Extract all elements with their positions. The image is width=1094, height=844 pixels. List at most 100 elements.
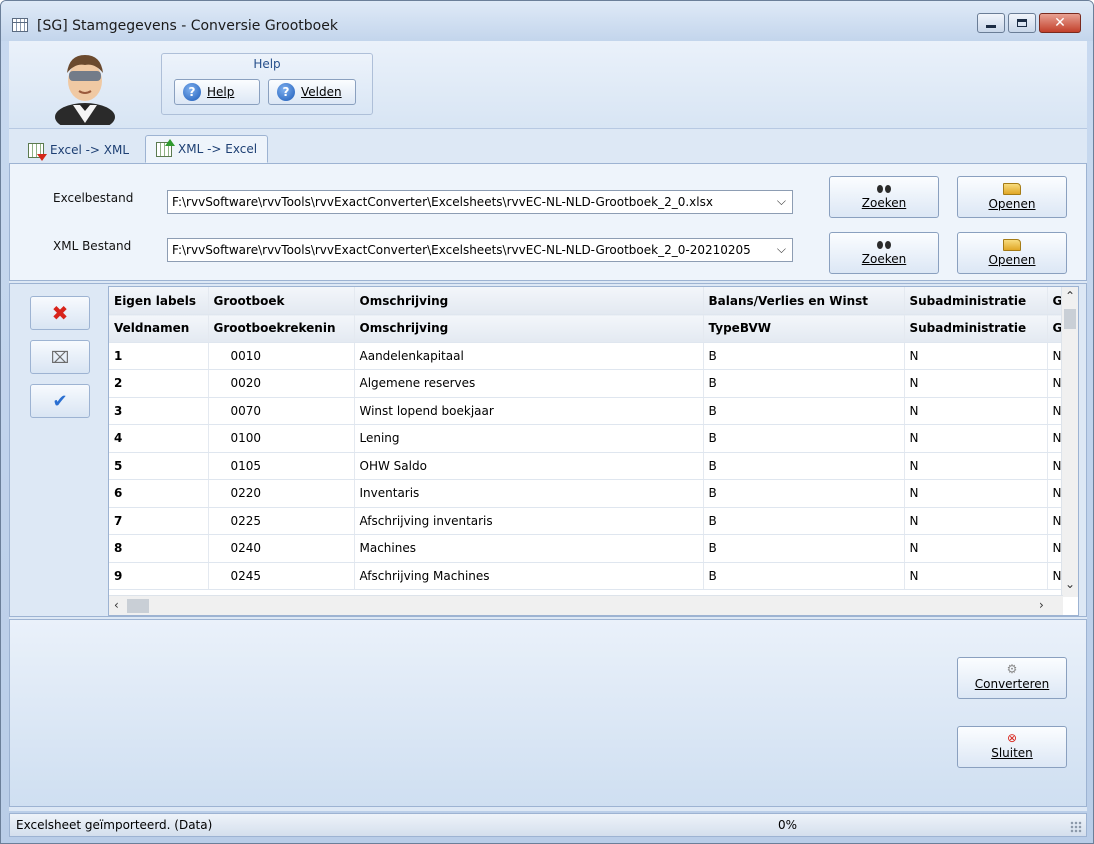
table-cell[interactable]: 0220 xyxy=(208,479,355,508)
excel-file-combo[interactable]: F:\rvvSoftware\rvvTools\rvvExactConverte… xyxy=(167,190,793,214)
table-cell[interactable]: B xyxy=(703,424,905,453)
table-cell[interactable]: Algemene reserves xyxy=(354,369,704,398)
table-cell[interactable]: B xyxy=(703,534,905,563)
table-cell[interactable]: N xyxy=(904,507,1048,535)
table-cell[interactable]: 7 xyxy=(109,507,209,535)
horizontal-scroll-thumb[interactable] xyxy=(127,599,149,613)
excel-openen-button[interactable]: Openen xyxy=(957,176,1067,218)
table-row[interactable]: 7 0225 Afschrijving inventaris B N N xyxy=(109,507,1070,535)
resize-grip-icon[interactable] xyxy=(1070,821,1082,833)
tab-excel-to-xml[interactable]: Excel -> XML xyxy=(17,137,140,163)
table-cell[interactable]: 6 xyxy=(109,479,209,508)
column-header: Grootboek xyxy=(208,287,355,315)
progress-percent: 0% xyxy=(778,818,798,832)
horizontal-scrollbar[interactable]: ‹ › xyxy=(109,595,1063,615)
table-cell[interactable]: 0070 xyxy=(208,397,355,425)
openen-label: Openen xyxy=(988,197,1036,211)
table-cell[interactable]: 3 xyxy=(109,397,209,425)
vertical-scrollbar[interactable]: ⌃ ⌄ xyxy=(1061,287,1078,597)
table-cell[interactable]: N xyxy=(904,342,1048,370)
minimize-button[interactable] xyxy=(977,13,1005,33)
confirm-button[interactable]: ✔ xyxy=(30,384,90,418)
table-cell[interactable]: 2 xyxy=(109,369,209,398)
table-cell[interactable]: N xyxy=(904,424,1048,453)
table-cell[interactable]: Lening xyxy=(354,424,704,453)
column-header: Subadministratie xyxy=(904,314,1048,343)
table-cell[interactable]: B xyxy=(703,479,905,508)
table-cell[interactable]: 4 xyxy=(109,424,209,453)
table-row[interactable]: 4 0100 Lening B N N xyxy=(109,424,1070,453)
xml-zoeken-button[interactable]: Zoeken xyxy=(829,232,939,274)
table-row[interactable]: 1 0010 Aandelenkapitaal B N N xyxy=(109,342,1070,370)
scroll-down-icon[interactable]: ⌄ xyxy=(1065,577,1075,591)
table-cell[interactable]: B xyxy=(703,342,905,370)
help-button[interactable]: ? Help xyxy=(174,79,260,105)
table-cell[interactable]: 1 xyxy=(109,342,209,370)
chevron-down-icon[interactable]: ⌵ xyxy=(777,194,786,209)
table-cell[interactable]: Winst lopend boekjaar xyxy=(354,397,704,425)
openen-label: Openen xyxy=(988,253,1036,267)
velden-button[interactable]: ? Velden xyxy=(268,79,356,105)
scroll-left-icon[interactable]: ‹ xyxy=(114,598,119,612)
table-cell[interactable]: 0240 xyxy=(208,534,355,563)
table-row[interactable]: 6 0220 Inventaris B N N xyxy=(109,479,1070,508)
table-cell[interactable]: B xyxy=(703,562,905,590)
table-cell[interactable]: B xyxy=(703,452,905,480)
table-cell[interactable]: 9 xyxy=(109,562,209,590)
table-cell[interactable]: OHW Saldo xyxy=(354,452,704,480)
zoeken-label: Zoeken xyxy=(861,196,907,210)
table-cell[interactable]: N xyxy=(904,534,1048,563)
title-bar[interactable]: [SG] Stamgegevens - Conversie Grootboek … xyxy=(1,1,1093,41)
data-grid[interactable]: Eigen labels Grootboek Omschrijving Balans/… xyxy=(108,286,1079,616)
table-cell[interactable]: 0010 xyxy=(208,342,355,370)
table-cell[interactable]: Aandelenkapitaal xyxy=(354,342,704,370)
converteren-button[interactable]: ⚙ Converteren xyxy=(957,657,1067,699)
delete-button[interactable]: ✖ xyxy=(30,296,90,330)
table-row[interactable]: 9 0245 Afschrijving Machines B N N xyxy=(109,562,1070,590)
excel-zoeken-button[interactable]: Zoeken xyxy=(829,176,939,218)
table-cell[interactable]: N xyxy=(904,397,1048,425)
scroll-right-icon[interactable]: › xyxy=(1039,598,1044,612)
table-cell[interactable]: Afschrijving inventaris xyxy=(354,507,704,535)
status-bar: Excelsheet geïmporteerd. (Data) 0% xyxy=(9,813,1087,837)
chevron-down-icon[interactable]: ⌵ xyxy=(777,242,786,257)
table-row[interactable]: 8 0240 Machines B N N xyxy=(109,534,1070,563)
table-cell[interactable]: Machines xyxy=(354,534,704,563)
butler-avatar-icon xyxy=(55,55,115,125)
maximize-button[interactable] xyxy=(1008,13,1036,33)
table-row[interactable]: 2 0020 Algemene reserves B N N xyxy=(109,369,1070,398)
table-cell[interactable]: 8 xyxy=(109,534,209,563)
clear-button[interactable]: ⌧ xyxy=(30,340,90,374)
table-cell[interactable]: N xyxy=(904,562,1048,590)
xml-openen-button[interactable]: Openen xyxy=(957,232,1067,274)
table-cell[interactable]: 0225 xyxy=(208,507,355,535)
vertical-scroll-thumb[interactable] xyxy=(1064,309,1076,329)
table-cell[interactable]: Inventaris xyxy=(354,479,704,508)
file-selection-panel: Excelbestand F:\rvvSoftware\rvvTools\rvv… xyxy=(9,163,1087,281)
checkmark-icon: ✔ xyxy=(52,390,68,412)
excel-import-icon xyxy=(156,138,175,157)
table-cell[interactable]: N xyxy=(904,479,1048,508)
table-cell[interactable]: Afschrijving Machines xyxy=(354,562,704,590)
table-cell[interactable]: N xyxy=(904,452,1048,480)
sluiten-button[interactable]: ⊗ Sluiten xyxy=(957,726,1067,768)
converteren-label: Converteren xyxy=(974,677,1050,691)
close-button[interactable]: ✕ xyxy=(1039,13,1081,33)
xml-file-combo[interactable]: F:\rvvSoftware\rvvTools\rvvExactConverte… xyxy=(167,238,793,262)
table-cell[interactable]: B xyxy=(703,397,905,425)
table-cell[interactable]: 0245 xyxy=(208,562,355,590)
tab-xml-to-excel[interactable]: XML -> Excel xyxy=(145,135,269,163)
table-cell[interactable]: 0020 xyxy=(208,369,355,398)
convert-icon: ⚙ xyxy=(1006,662,1018,676)
table-cell[interactable]: 0105 xyxy=(208,452,355,480)
table-row[interactable]: 5 0105 OHW Saldo B N N xyxy=(109,452,1070,480)
sluiten-label: Sluiten xyxy=(991,746,1033,760)
table-row[interactable]: 3 0070 Winst lopend boekjaar B N N xyxy=(109,397,1070,425)
table-cell[interactable]: 0100 xyxy=(208,424,355,453)
table-cell[interactable]: 5 xyxy=(109,452,209,480)
table-cell[interactable]: B xyxy=(703,369,905,398)
table-cell[interactable]: B xyxy=(703,507,905,535)
tab-label: Excel -> XML xyxy=(50,143,130,157)
table-cell[interactable]: N xyxy=(904,369,1048,398)
scroll-up-icon[interactable]: ⌃ xyxy=(1065,289,1075,303)
